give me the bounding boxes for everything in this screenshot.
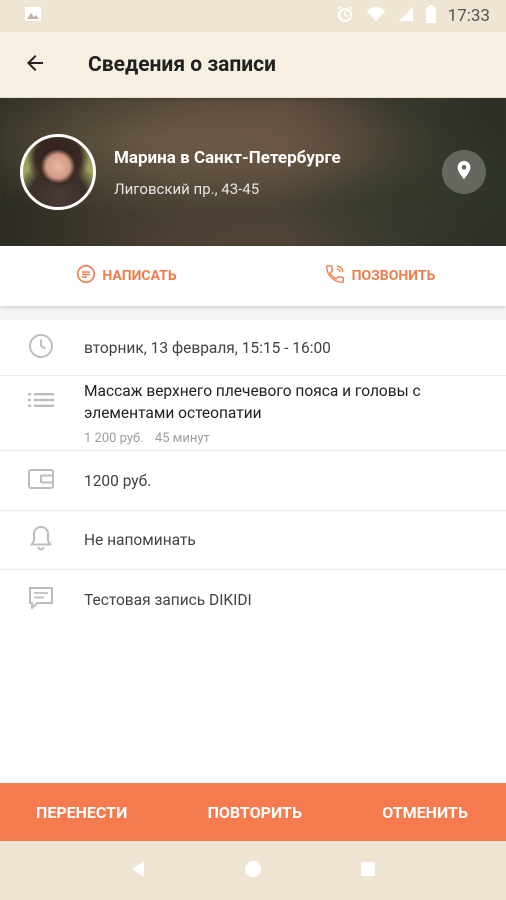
service-info: Массаж верхнего плечевого пояса и головы… [84, 380, 506, 450]
nav-back-icon [130, 860, 146, 882]
total-price: 1200 руб. [84, 471, 152, 490]
comment-icon [29, 586, 54, 614]
nav-home-icon [244, 860, 262, 882]
battery-icon [425, 5, 436, 27]
master-address: Лиговский пр., 43-45 [114, 180, 260, 198]
service-icon-cell [0, 380, 84, 414]
list-icon [28, 390, 54, 414]
message-button[interactable]: НАПИСАТЬ [0, 246, 253, 306]
reminder-row[interactable]: Не напоминать [0, 511, 506, 570]
map-button[interactable] [442, 150, 486, 194]
service-title: Массаж верхнего плечевого пояса и головы… [84, 382, 421, 422]
location-pin-icon [453, 158, 475, 186]
datetime-icon-cell [0, 333, 84, 363]
price-row: 1200 руб. [0, 451, 506, 511]
wallet-icon [28, 468, 54, 494]
comment-icon-cell [0, 586, 84, 614]
cell-signal-icon [398, 6, 414, 26]
call-button[interactable]: ПОЗВОНИТЬ [253, 246, 506, 306]
service-meta: 1 200 руб. 45 минут [84, 428, 472, 450]
price-icon-cell [0, 468, 84, 494]
call-label: ПОЗВОНИТЬ [351, 268, 436, 284]
message-label: НАПИСАТЬ [102, 268, 177, 284]
service-duration: 45 минут [154, 431, 210, 446]
status-right: 17:33 [336, 5, 490, 27]
chat-bubble-icon [76, 264, 96, 288]
status-bar: 17:33 [0, 0, 506, 32]
bottom-action-bar: ПЕРЕНЕСТИ ПОВТОРИТЬ ОТМЕНИТЬ [0, 783, 506, 841]
profile-header: Марина в Санкт-Петербурге Лиговский пр.,… [0, 98, 506, 246]
page-title: Сведения о записи [88, 52, 277, 77]
contact-actions: НАПИСАТЬ ПОЗВОНИТЬ [0, 246, 506, 306]
avatar[interactable] [20, 134, 96, 210]
status-left [24, 5, 42, 27]
nav-recents-button[interactable] [353, 856, 383, 886]
reminder-setting: Не напоминать [84, 531, 196, 549]
bell-icon [30, 525, 52, 555]
appointment-datetime: вторник, 13 февраля, 15:15 - 16:00 [84, 338, 331, 357]
repeat-button[interactable]: ПОВТОРИТЬ [208, 803, 302, 822]
back-button[interactable] [0, 32, 70, 98]
app-bar: Сведения о записи [0, 32, 506, 98]
reschedule-button[interactable]: ПЕРЕНЕСТИ [36, 803, 127, 822]
nav-home-button[interactable] [238, 856, 268, 886]
status-time: 17:33 [447, 6, 490, 26]
nav-recents-icon [360, 861, 376, 881]
comment-row: Тестовая запись DIKIDI [0, 570, 506, 630]
service-row: Массаж верхнего плечевого пояса и головы… [0, 376, 506, 451]
datetime-row: вторник, 13 февраля, 15:15 - 16:00 [0, 320, 506, 376]
cancel-appointment-button[interactable]: ОТМЕНИТЬ [382, 803, 468, 822]
alarm-icon [336, 5, 354, 27]
system-nav-bar [0, 841, 506, 900]
service-price: 1 200 руб. [84, 431, 144, 446]
clock-icon [29, 333, 54, 363]
image-notification-icon [24, 5, 42, 27]
reminder-icon-cell [0, 525, 84, 555]
appointment-comment: Тестовая запись DIKIDI [84, 591, 252, 609]
master-name[interactable]: Марина в Санкт-Петербурге [114, 148, 341, 168]
nav-back-button[interactable] [123, 856, 153, 886]
arrow-back-icon [23, 51, 47, 79]
wifi-icon [366, 6, 386, 26]
section-divider [0, 306, 506, 320]
phone-icon [324, 263, 346, 289]
